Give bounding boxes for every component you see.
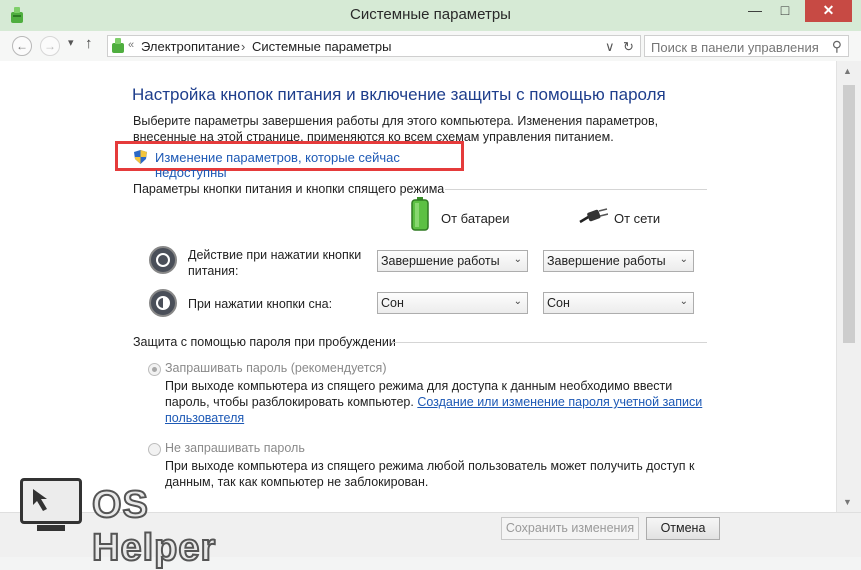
refresh-button[interactable]: ↻: [623, 39, 634, 55]
section-divider: [392, 342, 707, 343]
up-button[interactable]: ↑: [85, 35, 93, 52]
recent-pages-button[interactable]: ▾: [68, 36, 74, 49]
sleep-button-ac-select[interactable]: Сон ⌄: [543, 292, 694, 314]
scroll-down-icon[interactable]: ▼: [843, 497, 852, 507]
save-changes-button[interactable]: Сохранить изменения: [501, 517, 639, 540]
require-password-description: При выходе компьютера из спящего режима …: [165, 379, 703, 425]
control-panel-icon: [112, 38, 124, 53]
main-content: Настройка кнопок питания и включение защ…: [0, 61, 836, 512]
breadcrumb-power-options[interactable]: Электропитание: [141, 39, 240, 54]
power-buttons-section-title: Параметры кнопки питания и кнопки спящег…: [133, 182, 445, 196]
address-dropdown-button[interactable]: ∨: [605, 39, 615, 55]
change-unavailable-settings-link[interactable]: Изменение параметров, которые сейчас нед…: [155, 150, 461, 180]
sleep-button-battery-select[interactable]: Сон ⌄: [377, 292, 528, 314]
search-box[interactable]: ⚲: [644, 35, 849, 57]
cancel-button[interactable]: Отмена: [646, 517, 720, 540]
chevron-down-icon: ⌄: [513, 296, 522, 307]
power-button-icon: [149, 246, 177, 274]
watermark-text: OS Helper: [91, 483, 217, 570]
chevron-down-icon: ⌄: [679, 296, 688, 307]
vertical-scrollbar[interactable]: ▲ ▼: [836, 61, 861, 512]
section-divider: [445, 189, 707, 190]
back-button[interactable]: ←: [12, 36, 32, 56]
breadcrumb-separator: ›: [241, 39, 246, 54]
navigation-bar: ← → ▾ ↑ « Электропитание › Системные пар…: [0, 31, 861, 61]
breadcrumb-overflow[interactable]: «: [128, 39, 134, 51]
power-button-action-label: Действие при нажатии кнопки питания:: [188, 248, 362, 278]
sleep-button-icon: [149, 289, 177, 317]
battery-icon: [411, 197, 429, 231]
page-title: Настройка кнопок питания и включение защ…: [132, 85, 666, 104]
watermark: OS Helper: [20, 478, 284, 570]
minimize-button[interactable]: —: [740, 0, 770, 22]
uac-shield-icon: [134, 150, 147, 164]
window-title: Системные параметры: [350, 6, 511, 23]
no-password-radio[interactable]: [148, 443, 161, 456]
require-password-radio[interactable]: [148, 363, 161, 376]
battery-column-header: От батареи: [441, 211, 510, 226]
breadcrumb-system-settings[interactable]: Системные параметры: [252, 39, 391, 54]
require-password-label: Запрашивать пароль (рекомендуется): [165, 361, 387, 375]
title-bar: Системные параметры — □ ✕: [0, 0, 861, 32]
maximize-button[interactable]: □: [770, 0, 800, 22]
uac-link-highlight[interactable]: Изменение параметров, которые сейчас нед…: [115, 141, 464, 180]
search-icon[interactable]: ⚲: [832, 38, 842, 55]
power-plug-icon: [579, 208, 608, 224]
forward-button[interactable]: →: [40, 36, 60, 56]
ac-column-header: От сети: [614, 211, 661, 226]
sleep-button-action-label: При нажатии кнопки сна:: [188, 297, 333, 311]
address-bar[interactable]: « Электропитание › Системные параметры ∨…: [107, 35, 641, 57]
scrollbar-thumb[interactable]: [843, 85, 855, 343]
no-password-label: Не запрашивать пароль: [165, 441, 305, 455]
search-input[interactable]: [649, 37, 823, 57]
scroll-up-icon[interactable]: ▲: [843, 66, 852, 76]
power-button-battery-select[interactable]: Завершение работы ⌄: [377, 250, 528, 272]
password-section-title: Защита с помощью пароля при пробуждении: [133, 335, 396, 349]
power-button-ac-select[interactable]: Завершение работы ⌄: [543, 250, 694, 272]
close-button[interactable]: ✕: [805, 0, 852, 22]
chevron-down-icon: ⌄: [679, 254, 688, 265]
chevron-down-icon: ⌄: [513, 254, 522, 265]
monitor-cursor-icon: [20, 478, 82, 531]
